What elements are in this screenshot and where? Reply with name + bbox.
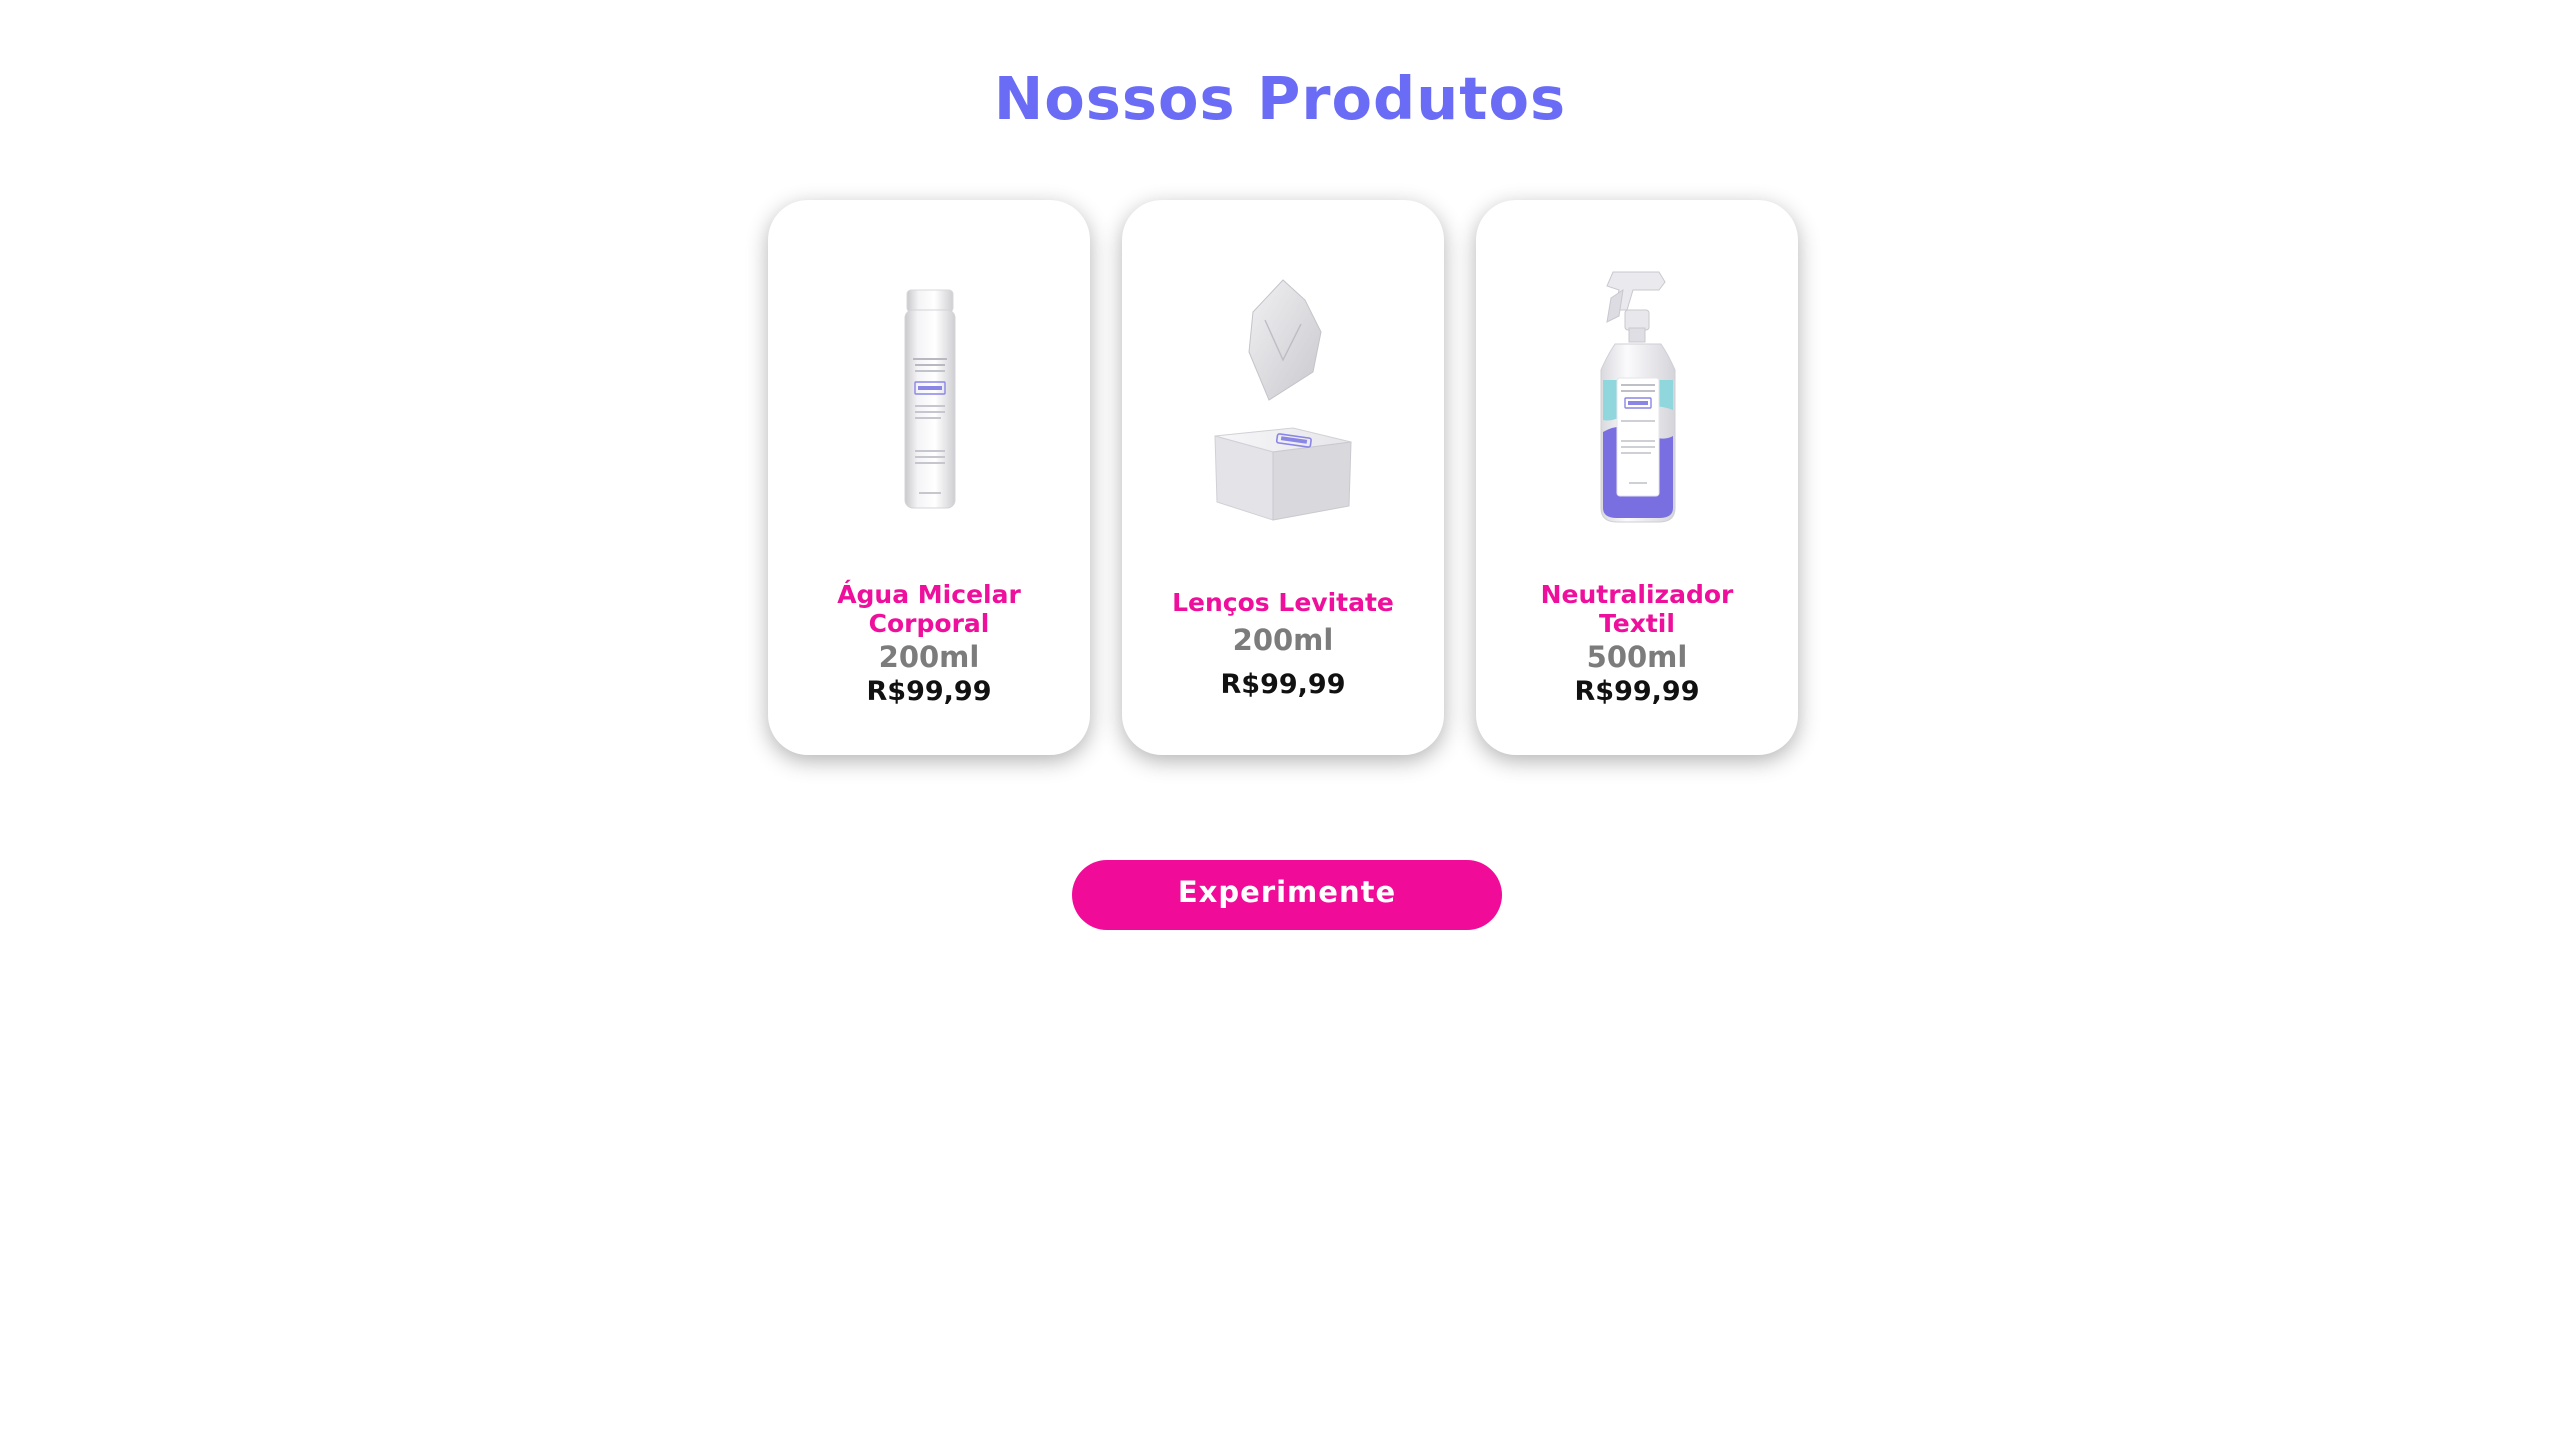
product-size: 500ml xyxy=(1586,640,1688,674)
product-price: R$99,99 xyxy=(1220,669,1346,700)
product-name: Neutralizador Textil xyxy=(1540,580,1734,638)
product-size: 200ml xyxy=(878,640,980,674)
product-info: Água Micelar Corporal 200ml R$99,99 xyxy=(788,580,1070,709)
spray-bottle-image xyxy=(1527,260,1747,540)
wipes-box-icon xyxy=(1214,279,1352,521)
experimente-button[interactable]: Experimente xyxy=(1072,860,1502,930)
product-name: Lenços Levitate xyxy=(1172,588,1394,617)
product-size: 200ml xyxy=(1232,623,1334,657)
product-info: Lenços Levitate 200ml R$99,99 xyxy=(1142,588,1424,702)
product-card[interactable]: Neutralizador Textil 500ml R$99,99 xyxy=(1476,200,1798,755)
product-card[interactable]: Água Micelar Corporal 200ml R$99,99 xyxy=(768,200,1090,755)
product-list: Água Micelar Corporal 200ml R$99,99 Lenç… xyxy=(768,200,1798,755)
wipes-box-image xyxy=(1173,260,1393,540)
product-name: Água Micelar Corporal xyxy=(837,580,1021,638)
products-page: Nossos Produtos Água Micelar Corporal 20… xyxy=(0,0,2560,1440)
product-price: R$99,99 xyxy=(1574,676,1700,707)
product-price: R$99,99 xyxy=(866,676,992,707)
micellar-water-bottle-icon xyxy=(904,289,956,509)
section-title: Nossos Produtos xyxy=(993,64,1567,133)
micellar-water-bottle-image xyxy=(819,260,1039,540)
product-info: Neutralizador Textil 500ml R$99,99 xyxy=(1496,580,1778,709)
product-card[interactable]: Lenços Levitate 200ml R$99,99 xyxy=(1122,200,1444,755)
spray-bottle-icon xyxy=(1600,271,1676,523)
